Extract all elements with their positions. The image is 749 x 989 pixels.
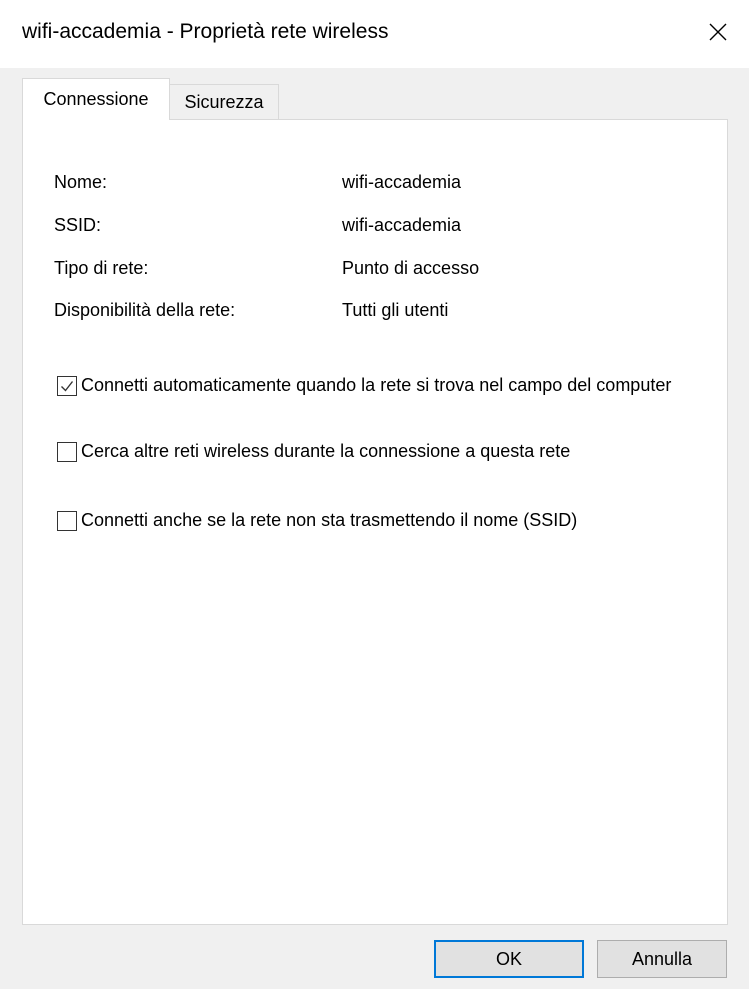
name-label: Nome: — [54, 172, 108, 192]
cancel-button[interactable]: Annulla — [597, 940, 727, 978]
ok-button[interactable]: OK — [434, 940, 584, 978]
search-other-networks-option[interactable]: Cerca altre reti wireless durante la con… — [57, 440, 570, 463]
tab-connessione[interactable]: Connessione — [22, 78, 170, 120]
tab-sicurezza[interactable]: Sicurezza — [169, 84, 279, 120]
tab-panel-connessione: Nome: wifi-accademia SSID: wifi-accademi… — [22, 119, 728, 925]
search-other-networks-label: Cerca altre reti wireless durante la con… — [81, 441, 571, 461]
availability-label: Disponibilità della rete: — [54, 300, 236, 320]
ssid-label: SSID: — [54, 215, 102, 235]
checkmark-icon — [61, 381, 74, 392]
search-other-networks-checkbox[interactable] — [57, 442, 77, 462]
network-type-value: Punto di accesso — [342, 258, 480, 278]
auto-connect-label: Connetti automaticamente quando la rete … — [81, 375, 672, 395]
title-bar: wifi-accademia - Proprietà rete wireless — [0, 0, 749, 68]
availability-value: Tutti gli utenti — [342, 300, 449, 320]
close-button[interactable] — [696, 12, 740, 56]
close-icon — [708, 22, 728, 47]
auto-connect-option[interactable]: Connetti automaticamente quando la rete … — [57, 374, 671, 397]
auto-connect-checkbox[interactable] — [57, 376, 77, 396]
hidden-ssid-label: Connetti anche se la rete non sta trasme… — [81, 510, 578, 530]
window-title: wifi-accademia - Proprietà rete wireless — [22, 20, 389, 43]
hidden-ssid-option[interactable]: Connetti anche se la rete non sta trasme… — [57, 509, 577, 532]
network-type-label: Tipo di rete: — [54, 258, 149, 278]
name-value: wifi-accademia — [342, 172, 462, 192]
hidden-ssid-checkbox[interactable] — [57, 511, 77, 531]
ssid-value: wifi-accademia — [342, 215, 462, 235]
